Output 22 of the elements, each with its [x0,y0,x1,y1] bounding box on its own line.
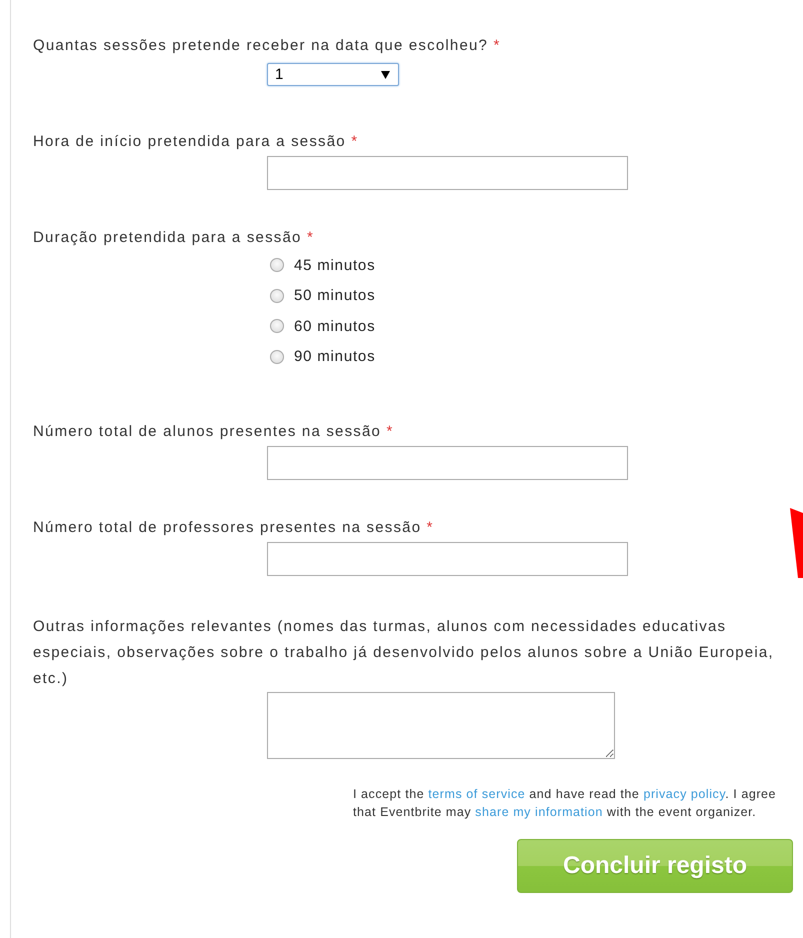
field-label: Duração pretendida para a sessão * [33,228,315,248]
field-label: Hora de início pretendida para a sessão * [33,132,360,152]
consent-text: I accept the terms of service and have read the privacy policy. I agree that Eventbrite may share my information with the event organizer. [353,786,778,821]
radio-button[interactable] [270,258,284,272]
radio-button[interactable] [270,319,284,334]
radio-option[interactable]: 60 minutos [267,311,803,342]
input-field[interactable] [267,156,628,190]
radio-option[interactable]: 50 minutos [267,280,803,311]
input-field[interactable] [267,446,628,480]
session-count-select[interactable]: 1 [267,63,399,86]
radio-button[interactable] [270,288,284,303]
text-area[interactable] [267,692,615,759]
radio-button[interactable] [270,350,284,364]
field-label: Número total de alunos presentes na sessão * [33,422,394,442]
caret-icon [381,70,390,78]
field-label: Número total de professores presentes na sessão * [33,518,435,538]
radio-option[interactable]: 45 minutos [267,250,803,280]
annotation-mark [788,508,803,580]
input-field[interactable] [267,542,628,576]
field-label: Quantas sessões pretende receber na data que escolheu? * [33,36,502,56]
radio-option[interactable]: 90 minutos [267,342,803,372]
field-label: Outras informações relevantes (nomes das turmas, alunos com necessidades educativas especiais, observações sobre o trabalho já desenvolvido pelos alunos sobre a União Europeia, etc.) [33,617,775,689]
